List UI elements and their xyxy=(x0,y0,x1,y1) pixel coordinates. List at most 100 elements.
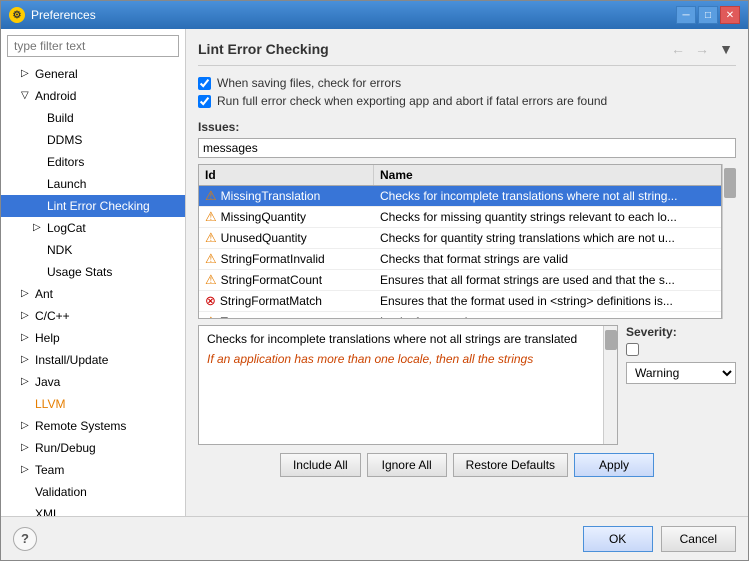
desc-scrollbar[interactable] xyxy=(603,326,617,444)
sidebar-item-ndk[interactable]: NDK xyxy=(1,239,185,261)
export-check-input[interactable] xyxy=(198,95,211,108)
sidebar-item-label: DDMS xyxy=(47,131,82,149)
sidebar-item-lint-error-checking[interactable]: Lint Error Checking xyxy=(1,195,185,217)
severity-checkbox-input[interactable] xyxy=(626,343,639,356)
table-row[interactable]: ⊗ StringFormatMatch Ensures that the for… xyxy=(199,291,721,312)
row-id-cell: ⚠ Typos xyxy=(199,312,374,318)
restore-defaults-button[interactable]: Restore Defaults xyxy=(453,453,568,477)
sidebar-item-xml[interactable]: XML xyxy=(1,503,185,516)
ignore-all-button[interactable]: Ignore All xyxy=(367,453,447,477)
sidebar-item-label: LLVM xyxy=(35,395,65,413)
table-row[interactable]: ⚠ StringFormatCount Ensures that all for… xyxy=(199,270,721,291)
apply-button[interactable]: Apply xyxy=(574,453,654,477)
table-row[interactable]: ⚠ MissingTranslation Checks for incomple… xyxy=(199,186,721,207)
row-name-cell: Checks for missing quantity strings rele… xyxy=(374,208,721,226)
sidebar-item-llvm[interactable]: LLVM xyxy=(1,393,185,415)
severity-select[interactable]: Warning Error Info Ignore xyxy=(626,362,736,384)
save-check-row: When saving files, check for errors xyxy=(198,76,736,90)
description-main: Checks for incomplete translations where… xyxy=(207,332,595,346)
include-all-button[interactable]: Include All xyxy=(280,453,361,477)
table-row[interactable]: ⚠ MissingQuantity Checks for missing qua… xyxy=(199,207,721,228)
sidebar-item-label: Lint Error Checking xyxy=(47,197,150,215)
issues-filter-input[interactable] xyxy=(198,138,736,158)
expand-arrow: ▷ xyxy=(21,417,33,435)
severity-panel: Severity: Warning Error Info Ignore xyxy=(626,325,736,445)
sidebar-item-run-debug[interactable]: ▷ Run/Debug xyxy=(1,437,185,459)
sidebar-item-usage-stats[interactable]: Usage Stats xyxy=(1,261,185,283)
sidebar-item-build[interactable]: Build xyxy=(1,107,185,129)
table-section: Id Name ⚠ MissingTranslation Checks for … xyxy=(198,164,736,319)
table-row[interactable]: ⚠ StringFormatInvalid Checks that format… xyxy=(199,249,721,270)
severity-checkbox-row xyxy=(626,343,736,356)
sidebar-item-label: General xyxy=(35,65,78,83)
sidebar-item-cpp[interactable]: ▷ C/C++ xyxy=(1,305,185,327)
sidebar: ▷ General ▽ Android Build DDMS xyxy=(1,29,186,516)
window-controls: ─ □ ✕ xyxy=(676,6,740,24)
row-id: MissingTranslation xyxy=(221,189,321,203)
sidebar-item-label: LogCat xyxy=(47,219,86,237)
sidebar-item-label: Help xyxy=(35,329,60,347)
sidebar-item-launch[interactable]: Launch xyxy=(1,173,185,195)
preferences-dialog: ⚙ Preferences ─ □ ✕ ▷ General ▽ Android xyxy=(0,0,749,561)
row-name-cell: Checks that format strings are valid xyxy=(374,250,721,268)
description-panel: Checks for incomplete translations where… xyxy=(198,325,618,445)
row-name-cell: Checks for incomplete translations where… xyxy=(374,187,721,205)
col-name: Name xyxy=(374,165,721,185)
panel-nav-actions: ← → ▼ xyxy=(668,39,736,59)
sidebar-item-java[interactable]: ▷ Java xyxy=(1,371,185,393)
sidebar-item-label: Android xyxy=(35,87,76,105)
dropdown-button[interactable]: ▼ xyxy=(716,39,736,59)
filter-input[interactable] xyxy=(7,35,179,57)
row-id-cell: ⚠ StringFormatCount xyxy=(199,270,374,290)
title-bar: ⚙ Preferences ─ □ ✕ xyxy=(1,1,748,29)
row-id: UnusedQuantity xyxy=(221,231,307,245)
content-area: ▷ General ▽ Android Build DDMS xyxy=(1,29,748,516)
sidebar-item-android[interactable]: ▽ Android xyxy=(1,85,185,107)
expand-arrow: ▷ xyxy=(21,329,33,347)
desc-scrollbar-thumb xyxy=(605,330,617,350)
bottom-actions: OK Cancel xyxy=(583,526,736,552)
sidebar-item-label: NDK xyxy=(47,241,72,259)
col-id: Id xyxy=(199,165,374,185)
checkboxes-section: When saving files, check for errors Run … xyxy=(198,76,736,112)
row-name-cell: Ensures that the format used in <string>… xyxy=(374,292,721,310)
expand-arrow: ▷ xyxy=(21,373,33,391)
sidebar-item-ant[interactable]: ▷ Ant xyxy=(1,283,185,305)
save-check-input[interactable] xyxy=(198,77,211,90)
row-name-cell: Checks for quantity string translations … xyxy=(374,229,721,247)
sidebar-item-logcat[interactable]: ▷ LogCat xyxy=(1,217,185,239)
sidebar-item-validation[interactable]: Validation xyxy=(1,481,185,503)
sidebar-item-help[interactable]: ▷ Help xyxy=(1,327,185,349)
row-id: StringFormatInvalid xyxy=(221,252,325,266)
sidebar-item-install-update[interactable]: ▷ Install/Update xyxy=(1,349,185,371)
sidebar-item-remote-systems[interactable]: ▷ Remote Systems xyxy=(1,415,185,437)
sidebar-item-general[interactable]: ▷ General xyxy=(1,63,185,85)
row-name-cell: Ensures that all format strings are used… xyxy=(374,271,721,289)
help-button[interactable]: ? xyxy=(13,527,37,551)
app-icon: ⚙ xyxy=(9,7,25,23)
back-button[interactable]: ← xyxy=(668,39,688,59)
sidebar-item-label: Team xyxy=(35,461,64,479)
ok-button[interactable]: OK xyxy=(583,526,653,552)
sidebar-item-editors[interactable]: Editors xyxy=(1,151,185,173)
panel-title-text: Lint Error Checking xyxy=(198,41,329,57)
warn-icon: ⚠ xyxy=(205,251,217,267)
table-body: ⚠ MissingTranslation Checks for incomple… xyxy=(199,186,721,318)
expand-arrow: ▷ xyxy=(21,461,33,479)
cancel-button[interactable]: Cancel xyxy=(661,526,736,552)
close-button[interactable]: ✕ xyxy=(720,6,740,24)
sidebar-item-label: C/C++ xyxy=(35,307,70,325)
expand-arrow: ▷ xyxy=(33,219,45,237)
table-scrollbar[interactable] xyxy=(722,164,736,319)
maximize-button[interactable]: □ xyxy=(698,6,718,24)
table-row[interactable]: ⚠ UnusedQuantity Checks for quantity str… xyxy=(199,228,721,249)
table-row[interactable]: ⚠ Typos Looks for typos in messages xyxy=(199,312,721,318)
minimize-button[interactable]: ─ xyxy=(676,6,696,24)
sidebar-item-label: Ant xyxy=(35,285,53,303)
forward-button[interactable]: → xyxy=(692,39,712,59)
sidebar-item-team[interactable]: ▷ Team xyxy=(1,459,185,481)
bottom-section: Checks for incomplete translations where… xyxy=(198,325,736,445)
issues-label: Issues: xyxy=(198,120,736,134)
description-sub: If an application has more than one loca… xyxy=(207,352,595,366)
sidebar-item-ddms[interactable]: DDMS xyxy=(1,129,185,151)
